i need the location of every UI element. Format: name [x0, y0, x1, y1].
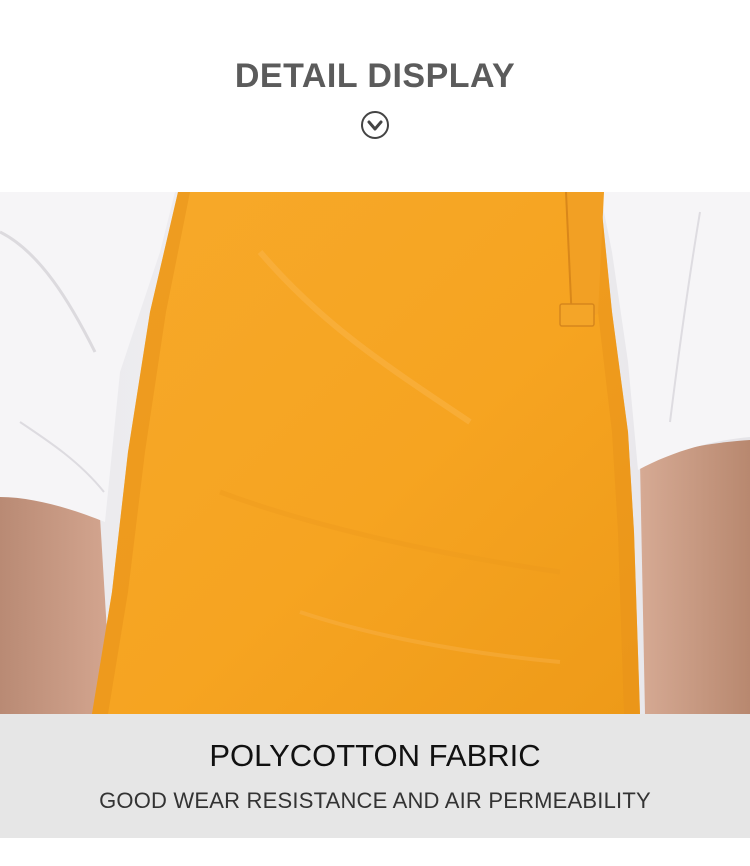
section-title: DETAIL DISPLAY — [234, 57, 516, 95]
product-photo — [0, 192, 750, 714]
left-arm — [0, 492, 112, 714]
footer-strip — [0, 838, 750, 866]
section-header: DETAIL DISPLAY — [0, 0, 750, 192]
caption-panel: POLYCOTTON FABRIC GOOD WEAR RESISTANCE A… — [0, 714, 750, 838]
caption-subtitle: GOOD WEAR RESISTANCE AND AIR PERMEABILIT… — [99, 788, 651, 813]
right-arm — [640, 440, 750, 714]
caption-title: POLYCOTTON FABRIC — [209, 738, 541, 773]
apron-photo — [0, 192, 750, 714]
chevron-down-circle-icon — [361, 111, 389, 139]
